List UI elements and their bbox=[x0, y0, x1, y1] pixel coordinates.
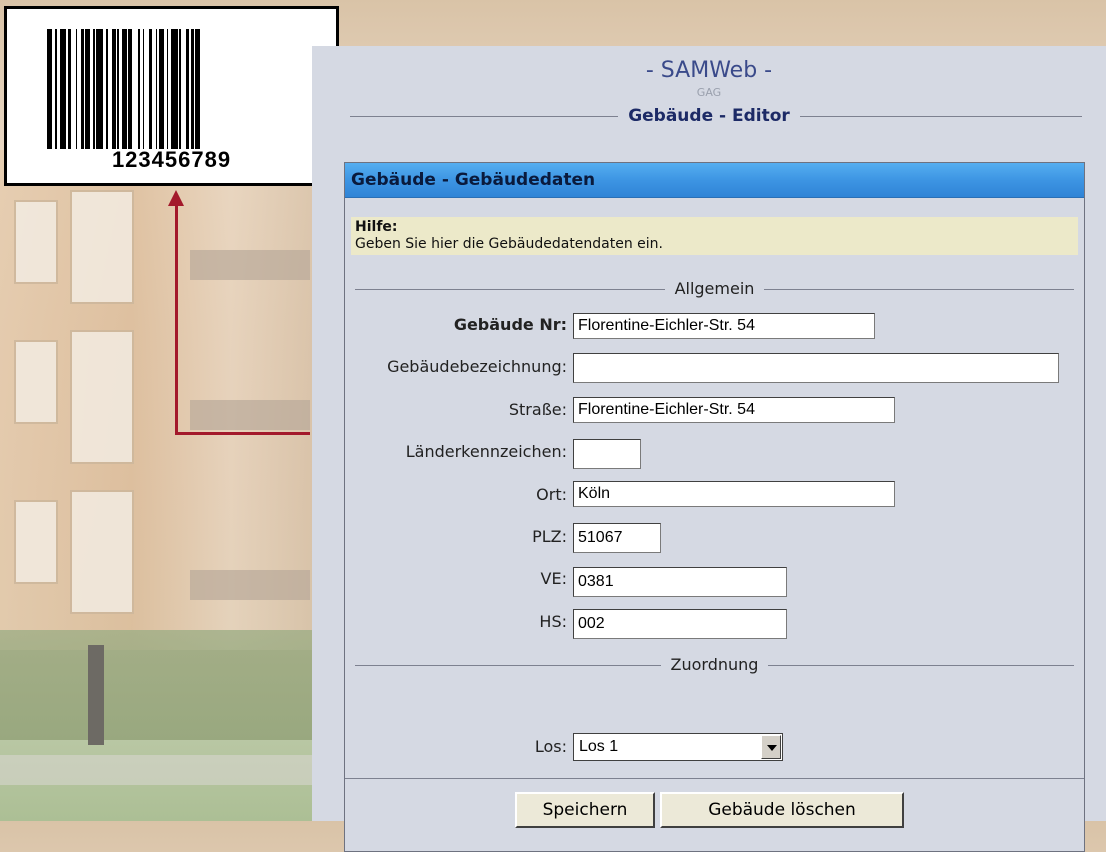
los-label: Los: bbox=[534, 737, 567, 756]
bezeichnung-input[interactable] bbox=[573, 353, 1059, 383]
strasse-input[interactable] bbox=[573, 397, 895, 423]
barcode-gap bbox=[200, 29, 204, 149]
hedge bbox=[0, 630, 330, 740]
los-select-value: Los 1 bbox=[579, 738, 619, 755]
section-label: Allgemein bbox=[355, 279, 1074, 298]
footpath bbox=[0, 755, 330, 785]
barcode-card: 123456789 bbox=[4, 6, 339, 186]
plz-input[interactable] bbox=[573, 523, 661, 553]
chevron-down-icon[interactable] bbox=[761, 735, 781, 759]
editor-title: Gebäude - Editor bbox=[312, 106, 1106, 126]
window bbox=[70, 490, 134, 614]
ort-input[interactable] bbox=[573, 481, 895, 507]
help-text: Geben Sie hier die Gebäudedatendaten ein… bbox=[355, 236, 664, 252]
window bbox=[14, 340, 58, 424]
laenderkennzeichen-label: Länderkennzeichen: bbox=[405, 442, 567, 461]
ve-input[interactable] bbox=[573, 567, 787, 597]
section-allgemein: Allgemein bbox=[355, 279, 1074, 299]
strasse-label: Straße: bbox=[508, 400, 567, 419]
app-title: - SAMWeb - bbox=[645, 58, 773, 83]
gebaeude-nr-input[interactable] bbox=[573, 313, 875, 339]
section-label: Zuordnung bbox=[355, 655, 1074, 674]
barcode-number: 123456789 bbox=[111, 147, 232, 172]
bollard bbox=[88, 645, 104, 745]
plz-label: PLZ: bbox=[532, 527, 567, 546]
balcony bbox=[190, 400, 310, 430]
hs-input[interactable] bbox=[573, 609, 787, 639]
ort-label: Ort: bbox=[536, 485, 567, 504]
app-subtitle: GAG bbox=[696, 86, 722, 99]
help-box: Hilfe: Geben Sie hier die Gebäudedatenda… bbox=[351, 217, 1078, 255]
balcony bbox=[190, 570, 310, 600]
callout-line-horizontal bbox=[175, 432, 310, 435]
box-header: Gebäude - Gebäudedaten bbox=[345, 163, 1084, 198]
section-label-text: Zuordnung bbox=[660, 655, 769, 674]
section-label-text: Allgemein bbox=[664, 279, 765, 298]
hs-label: HS: bbox=[539, 612, 567, 631]
form-box: Gebäude - Gebäudedaten Hilfe: Geben Sie … bbox=[344, 162, 1085, 852]
bezeichnung-label: Gebäudebezeichnung: bbox=[387, 357, 567, 376]
los-select[interactable]: Los 1 bbox=[573, 733, 783, 761]
editor-title-text: Gebäude - Editor bbox=[618, 106, 800, 126]
help-title: Hilfe: bbox=[355, 219, 398, 235]
delete-building-button[interactable]: Gebäude löschen bbox=[660, 792, 904, 828]
window bbox=[14, 200, 58, 284]
arrow-up-icon bbox=[168, 190, 184, 206]
samweb-panel: - SAMWeb - GAG Gebäude - Editor Gebäude … bbox=[312, 46, 1106, 852]
window bbox=[70, 330, 134, 464]
box-header-title: Gebäude - Gebäudedaten bbox=[351, 170, 596, 190]
divider bbox=[345, 778, 1084, 779]
window bbox=[14, 500, 58, 584]
barcode-icon bbox=[47, 29, 305, 149]
ve-label: VE: bbox=[540, 569, 567, 588]
gebaeude-nr-label: Gebäude Nr: bbox=[453, 315, 567, 334]
save-button[interactable]: Speichern bbox=[515, 792, 655, 828]
callout-line-vertical bbox=[175, 205, 178, 435]
window bbox=[70, 190, 134, 304]
section-zuordnung: Zuordnung bbox=[355, 655, 1074, 675]
laenderkennzeichen-input[interactable] bbox=[573, 439, 641, 469]
balcony bbox=[190, 250, 310, 280]
